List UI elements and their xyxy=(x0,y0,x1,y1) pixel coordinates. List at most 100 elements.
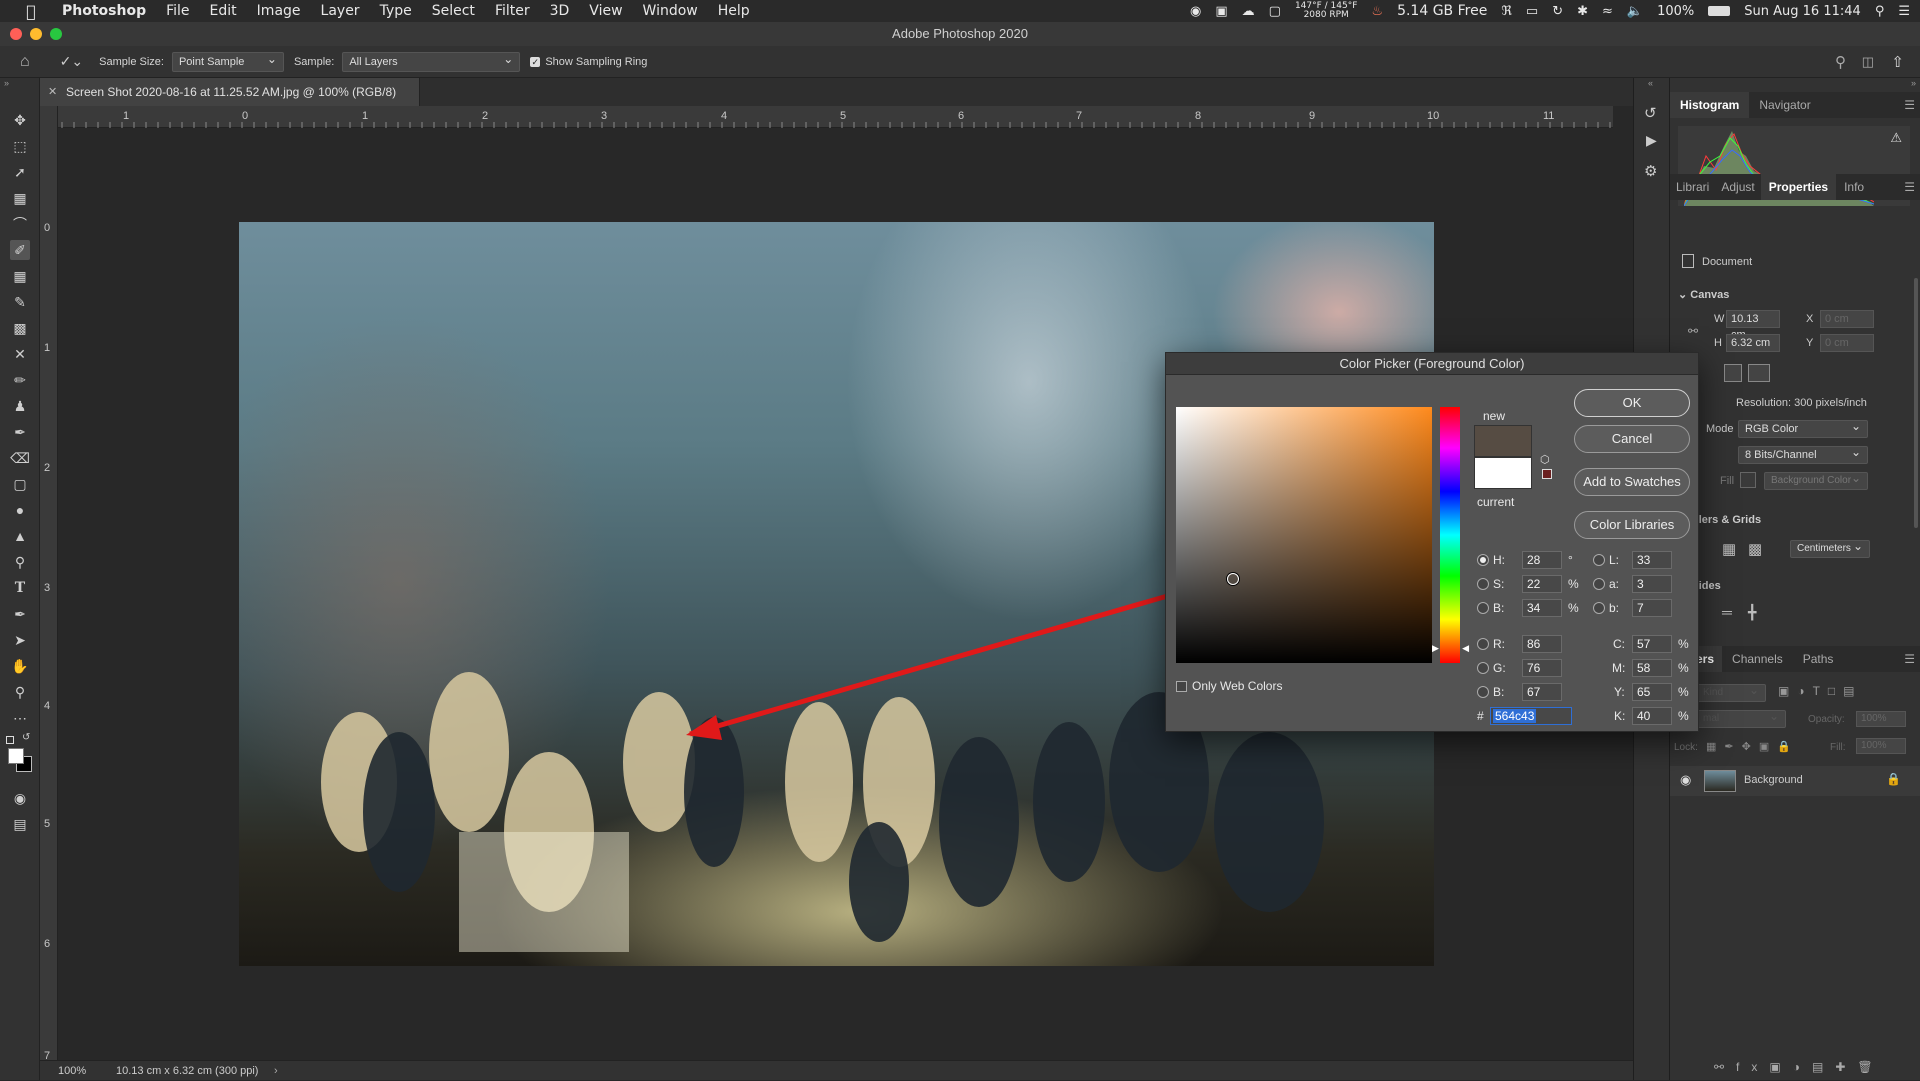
canvas-height-field[interactable]: 6.32 cm xyxy=(1726,334,1780,352)
stamp-tool-icon[interactable]: ▩ xyxy=(10,318,30,338)
tab-info[interactable]: Info xyxy=(1836,174,1872,200)
properties-icon[interactable]: ⚙ xyxy=(1644,162,1657,180)
swap-colors-icon[interactable]: ↺ xyxy=(22,732,30,743)
menu-help[interactable]: Help xyxy=(708,3,760,19)
b-radio[interactable] xyxy=(1593,602,1605,614)
actions-play-icon[interactable]: ▶ xyxy=(1646,132,1657,149)
temperature-readout[interactable]: 147°F / 145°F 2080 RPM xyxy=(1295,2,1357,20)
disk-free[interactable]: 5.14 GB Free xyxy=(1397,3,1487,19)
lasso-tool-icon[interactable]: ➚ xyxy=(10,162,30,182)
blue-field[interactable]: 67 xyxy=(1522,683,1562,701)
layer-kind-filter[interactable]: Kind xyxy=(1696,682,1766,702)
tab-histogram[interactable]: Histogram xyxy=(1670,92,1750,118)
panel-scrollbar[interactable] xyxy=(1914,278,1918,528)
collapse-toolbar-icon[interactable]: » xyxy=(4,78,9,88)
eyedropper-preset-icon[interactable]: ✓⌄ xyxy=(60,53,83,70)
guide-add-icon[interactable]: ═ xyxy=(1722,604,1732,620)
color-field[interactable] xyxy=(1176,407,1432,663)
hue-field[interactable]: 28 xyxy=(1522,551,1562,569)
sample-size-select[interactable]: Point Sample xyxy=(171,50,284,72)
airplay-icon[interactable]: ▭ xyxy=(1526,4,1538,19)
tab-navigator[interactable]: Navigator xyxy=(1749,92,1820,118)
cancel-button[interactable]: Cancel xyxy=(1574,425,1690,453)
tab-libraries[interactable]: Librari xyxy=(1670,174,1715,200)
dodge-tool-icon[interactable]: ⚲ xyxy=(10,552,30,572)
shield-icon[interactable]: ◉ xyxy=(1190,4,1201,19)
hue-slider-left-arrow[interactable]: ▶ xyxy=(1432,643,1439,654)
menu-image[interactable]: Image xyxy=(247,3,311,19)
art-brush-icon[interactable]: ✒ xyxy=(10,422,30,442)
vertical-ruler[interactable]: 0 1 2 3 4 5 6 7 xyxy=(40,106,58,1062)
zoom-window-button[interactable] xyxy=(50,28,62,40)
brightness-radio[interactable] xyxy=(1477,602,1489,614)
menu-view[interactable]: View xyxy=(579,3,632,19)
cloud-icon[interactable]: ☁ xyxy=(1242,4,1255,19)
menu-edit[interactable]: Edit xyxy=(200,3,247,19)
menu-app[interactable]: Photoshop xyxy=(52,3,156,19)
green-radio[interactable] xyxy=(1477,662,1489,674)
gradient-tool-icon[interactable]: ▢ xyxy=(10,474,30,494)
screen-mode-icon[interactable]: ▤ xyxy=(10,814,30,834)
eye-icon[interactable]: ◉ xyxy=(1680,772,1691,788)
green-field[interactable]: 76 xyxy=(1522,659,1562,677)
tab-channels[interactable]: Channels xyxy=(1722,646,1793,672)
fill-swatch[interactable] xyxy=(1740,472,1756,488)
histogram-warning-icon[interactable]: ⚠ xyxy=(1890,130,1902,146)
path-select-tool-icon[interactable]: ➤ xyxy=(10,630,30,650)
apple-icon[interactable]:  xyxy=(20,2,42,21)
web-safe-swatch[interactable] xyxy=(1542,469,1552,479)
menu-select[interactable]: Select xyxy=(422,3,485,19)
black-field[interactable]: 40 xyxy=(1632,707,1672,725)
out-of-gamut-icon[interactable]: ⬡ xyxy=(1540,453,1550,466)
square-icon[interactable]: ▢ xyxy=(1269,4,1281,19)
display-icon[interactable]: ▣ xyxy=(1215,4,1227,19)
bit-depth-select[interactable]: 8 Bits/Channel xyxy=(1738,444,1868,464)
menu-window[interactable]: Window xyxy=(633,3,708,19)
spotlight-icon[interactable]: ⚲ xyxy=(1875,4,1885,19)
color-field-cursor[interactable] xyxy=(1227,573,1239,585)
link-dimensions-icon[interactable]: ⚯ xyxy=(1688,324,1698,338)
hand-tool-icon[interactable]: ✋ xyxy=(10,656,30,676)
more-tools-icon[interactable]: ⋯ xyxy=(10,708,30,728)
saturation-radio[interactable] xyxy=(1477,578,1489,590)
brightness-field[interactable]: 34 xyxy=(1522,599,1562,617)
crop-tool-icon[interactable]: ⌒ xyxy=(10,214,30,234)
horizontal-ruler[interactable]: 1 0 1 2 3 4 5 6 7 8 9 10 11 xyxy=(58,106,1613,128)
yellow-field[interactable]: 65 xyxy=(1632,683,1672,701)
canvas-width-field[interactable]: 10.13 cm xyxy=(1726,310,1780,341)
red-radio[interactable] xyxy=(1477,638,1489,650)
healing-brush-tool-icon[interactable]: ▦ xyxy=(10,266,30,286)
ruler-units-select[interactable]: Centimeters xyxy=(1790,538,1870,558)
collapse-panels-icon[interactable]: » xyxy=(1911,78,1916,88)
guide-layout-icon[interactable]: ╋ xyxy=(1748,604,1756,621)
blur-tool-icon[interactable]: ● xyxy=(10,500,30,520)
layer-filter-icons[interactable]: ▣◑T□▤ xyxy=(1778,684,1863,698)
canvas-y-field[interactable]: 0 cm xyxy=(1820,334,1874,352)
menu-type[interactable]: Type xyxy=(370,3,422,19)
share-icon[interactable]: ⇧ xyxy=(1891,53,1904,71)
close-window-button[interactable] xyxy=(10,28,22,40)
opacity-field[interactable]: 100% xyxy=(1856,711,1906,727)
panel-menu-icon[interactable]: ☰ xyxy=(1904,92,1915,118)
sampling-ring-checkbox[interactable]: ✓ xyxy=(530,56,541,67)
menu-layer[interactable]: Layer xyxy=(311,3,370,19)
tab-properties[interactable]: Properties xyxy=(1760,174,1837,200)
collapse-dock-icon[interactable]: « xyxy=(1648,78,1653,88)
blue-radio[interactable] xyxy=(1477,686,1489,698)
move-tool-icon[interactable]: ✥ xyxy=(10,110,30,130)
hex-field[interactable]: 564c43 xyxy=(1490,707,1572,725)
eyedropper-tool-icon[interactable]: ✐ xyxy=(10,240,30,260)
menu-file[interactable]: File xyxy=(156,3,199,19)
magenta-field[interactable]: 58 xyxy=(1632,659,1672,677)
sharpen-tool-icon[interactable]: ▲ xyxy=(10,526,30,546)
guides-grid-icon[interactable]: ▩ xyxy=(1748,540,1762,558)
status-expand-icon[interactable]: › xyxy=(274,1061,278,1081)
pen-tool-icon[interactable]: ✒ xyxy=(10,604,30,624)
a-radio[interactable] xyxy=(1593,578,1605,590)
lock-icons[interactable]: ▦✒✥▣🔒 xyxy=(1706,740,1799,753)
tab-paths[interactable]: Paths xyxy=(1793,646,1844,672)
color-libraries-button[interactable]: Color Libraries xyxy=(1574,511,1690,539)
marquee-tool-icon[interactable]: ⬚ xyxy=(10,136,30,156)
portrait-icon[interactable] xyxy=(1724,364,1742,382)
mode-select[interactable]: RGB Color xyxy=(1738,418,1868,438)
